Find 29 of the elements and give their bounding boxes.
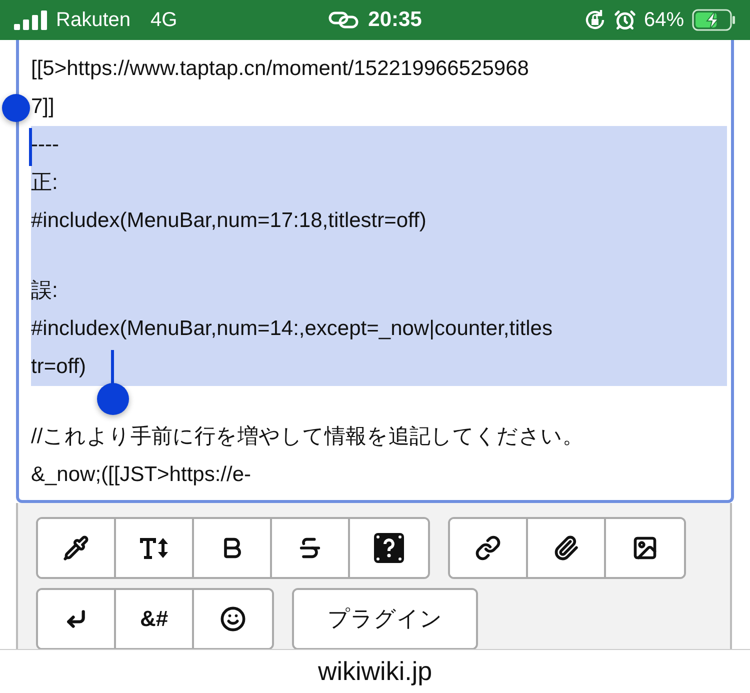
text-size-icon: [138, 535, 170, 561]
carrier-name: Rakuten: [56, 8, 130, 32]
plugin-button[interactable]: プラグイン: [294, 590, 476, 648]
smile-icon: [220, 606, 246, 632]
code-line: 7]]: [31, 94, 56, 120]
selection-handle[interactable]: [2, 94, 30, 122]
rotation-lock-icon: [584, 9, 606, 31]
enter-icon: [65, 608, 87, 630]
code-line: //これより手前に行を増やして情報を追記してください。: [31, 424, 585, 450]
link-icon: [328, 11, 360, 29]
text-editor[interactable]: [16, 40, 734, 503]
enter-button[interactable]: [38, 590, 116, 648]
clock-time: 20:35: [368, 8, 422, 32]
link-button[interactable]: [450, 519, 528, 577]
link-icon: [475, 535, 501, 561]
site-domain: wikiwiki.jp: [318, 656, 432, 687]
eyedropper-button[interactable]: [38, 519, 116, 577]
alarm-icon: [614, 9, 636, 31]
network-type: 4G: [150, 8, 178, 32]
code-line: &_now;([[JST>https://e-: [31, 462, 252, 488]
battery-percent: 64%: [644, 8, 684, 32]
question-box-icon: [374, 533, 404, 563]
image-icon: [632, 535, 658, 561]
eyedropper-icon: [63, 535, 89, 561]
code-line: [[5>https://www.taptap.cn/moment/152219966525968: [31, 56, 530, 82]
selection-caret: [29, 128, 32, 166]
strikethrough-icon: [297, 535, 323, 561]
signal-icon: [14, 10, 48, 30]
paperclip-icon: [553, 535, 579, 561]
